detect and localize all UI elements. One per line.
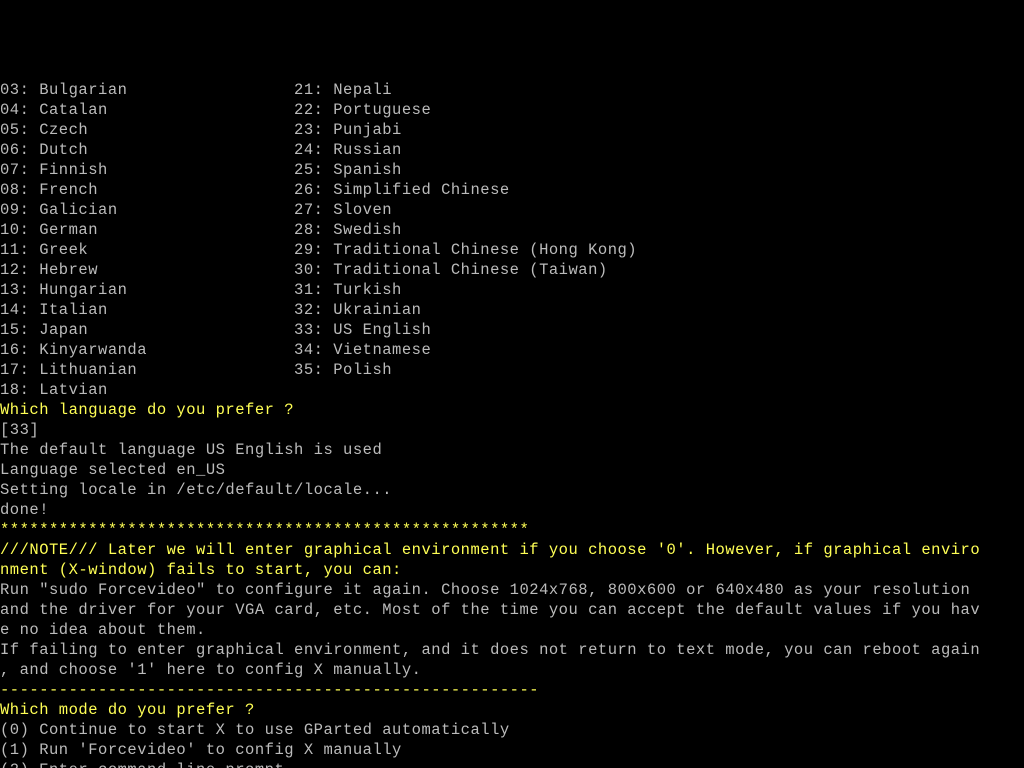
mode-prompt: Which mode do you prefer ? — [0, 700, 1024, 720]
language-option-row: 05: Czech 23: Punjabi — [0, 120, 1024, 140]
separator-stars: ****************************************… — [0, 520, 1024, 540]
locale-setting-msg: Setting locale in /etc/default/locale... — [0, 480, 1024, 500]
language-option-row: 08: French 26: Simplified Chinese — [0, 180, 1024, 200]
language-selected-msg: Language selected en_US — [0, 460, 1024, 480]
language-option-row: 04: Catalan 22: Portuguese — [0, 100, 1024, 120]
language-option-row: 12: Hebrew 30: Traditional Chinese (Taiw… — [0, 260, 1024, 280]
note-instructions-5: , and choose '1' here to config X manual… — [0, 660, 1024, 680]
language-input-echo: [33] — [0, 420, 1024, 440]
language-option-row: 18: Latvian — [0, 380, 1024, 400]
language-default-msg: The default language US English is used — [0, 440, 1024, 460]
language-option-row: 09: Galician 27: Sloven — [0, 200, 1024, 220]
language-option-row: 06: Dutch 24: Russian — [0, 140, 1024, 160]
language-option-row: 03: Bulgarian 21: Nepali — [0, 80, 1024, 100]
note-line-1: ///NOTE/// Later we will enter graphical… — [0, 540, 1024, 560]
language-option-row: 13: Hungarian 31: Turkish — [0, 280, 1024, 300]
language-option-row: 07: Finnish 25: Spanish — [0, 160, 1024, 180]
terminal-screen[interactable]: 03: Bulgarian 21: Nepali04: Catalan 22: … — [0, 80, 1024, 768]
language-option-row: 17: Lithuanian 35: Polish — [0, 360, 1024, 380]
language-option-row: 11: Greek 29: Traditional Chinese (Hong … — [0, 240, 1024, 260]
note-instructions-2: and the driver for your VGA card, etc. M… — [0, 600, 1024, 620]
mode-option-0: (0) Continue to start X to use GParted a… — [0, 720, 1024, 740]
note-instructions-4: If failing to enter graphical environmen… — [0, 640, 1024, 660]
language-prompt: Which language do you prefer ? — [0, 400, 1024, 420]
note-instructions-3: e no idea about them. — [0, 620, 1024, 640]
note-line-2: nment (X-window) fails to start, you can… — [0, 560, 1024, 580]
mode-option-1: (1) Run 'Forcevideo' to config X manuall… — [0, 740, 1024, 760]
locale-done-msg: done! — [0, 500, 1024, 520]
language-option-row: 16: Kinyarwanda 34: Vietnamese — [0, 340, 1024, 360]
separator-dashes: ----------------------------------------… — [0, 680, 1024, 700]
mode-option-2: (2) Enter command line prompt — [0, 760, 1024, 768]
language-option-row: 15: Japan 33: US English — [0, 320, 1024, 340]
language-option-row: 14: Italian 32: Ukrainian — [0, 300, 1024, 320]
language-option-row: 10: German 28: Swedish — [0, 220, 1024, 240]
note-instructions-1: Run "sudo Forcevideo" to configure it ag… — [0, 580, 1024, 600]
